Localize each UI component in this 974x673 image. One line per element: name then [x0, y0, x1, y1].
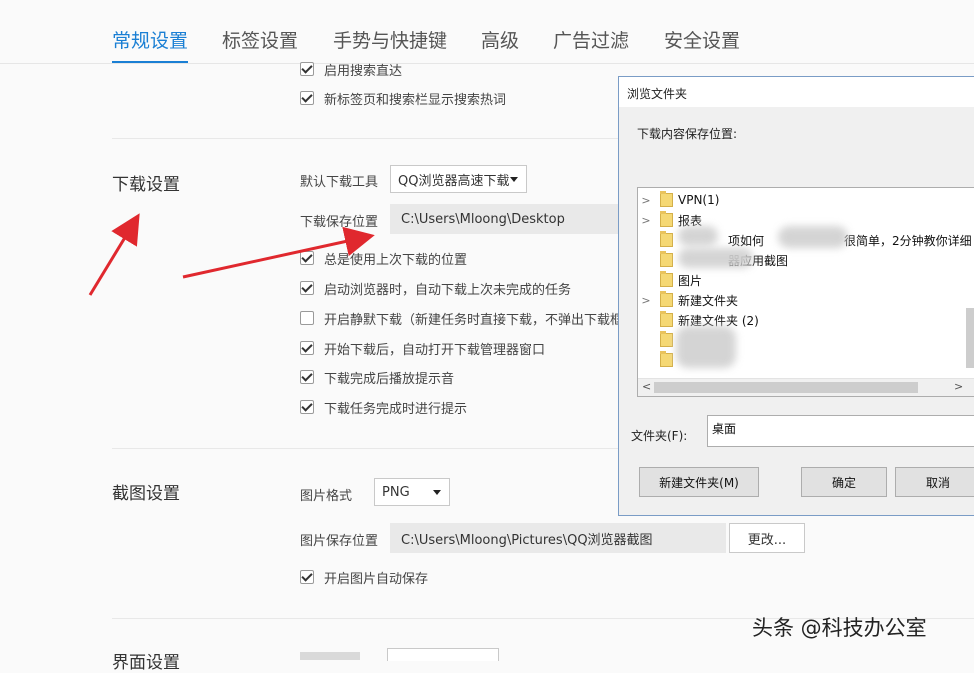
privacy-blur: [676, 326, 736, 368]
chevron-right-icon[interactable]: >: [638, 214, 654, 227]
cancel-button[interactable]: 取消: [895, 467, 974, 497]
watermark-text: 头条 @科技办公室: [752, 616, 927, 640]
folder-icon: [660, 211, 673, 227]
tree-item[interactable]: 图片: [638, 270, 702, 290]
ok-button[interactable]: 确定: [801, 467, 887, 497]
folder-field-label: 文件夹(F):: [631, 429, 688, 443]
vertical-scrollbar-thumb[interactable]: [966, 308, 974, 368]
horizontal-scrollbar[interactable]: < >: [638, 378, 974, 396]
dialog-prompt: 下载内容保存位置:: [637, 127, 738, 141]
arrow-to-download-title: [88, 213, 140, 296]
tree-item[interactable]: [638, 330, 678, 350]
tree-item[interactable]: > 新建文件夹: [638, 290, 738, 310]
privacy-blur: [678, 248, 753, 268]
folder-icon: [660, 351, 673, 367]
folder-icon: [660, 191, 673, 207]
scroll-right-icon[interactable]: >: [954, 380, 963, 393]
dialog-titlebar[interactable]: 浏览文件夹: [619, 77, 974, 107]
privacy-blur: [678, 226, 718, 246]
arrow-to-download-path: [182, 226, 375, 279]
chevron-right-icon[interactable]: >: [638, 294, 654, 307]
browse-folder-dialog: 浏览文件夹 下载内容保存位置: > VPN(1) > 报表 项如何 很简单，2分钟教你…: [618, 76, 974, 516]
folder-name-input[interactable]: 桌面: [707, 415, 974, 447]
chevron-right-icon[interactable]: >: [638, 194, 654, 207]
folder-icon: [660, 271, 673, 287]
horizontal-scrollbar-thumb[interactable]: [654, 382, 918, 393]
folder-icon: [660, 291, 673, 307]
tree-item[interactable]: > VPN(1): [638, 190, 719, 210]
dialog-title: 浏览文件夹: [627, 87, 688, 101]
folder-tree[interactable]: > VPN(1) > 报表 项如何 很简单，2分钟教你详细 器应用截图 图片 > 新建文…: [637, 187, 974, 397]
tree-item[interactable]: [638, 350, 678, 370]
folder-icon: [660, 251, 673, 267]
folder-icon: [660, 231, 673, 247]
folder-icon: [660, 311, 673, 327]
privacy-blur: [778, 226, 848, 248]
new-folder-button[interactable]: 新建文件夹(M): [639, 467, 759, 497]
scroll-left-icon[interactable]: <: [642, 380, 651, 393]
folder-icon: [660, 331, 673, 347]
